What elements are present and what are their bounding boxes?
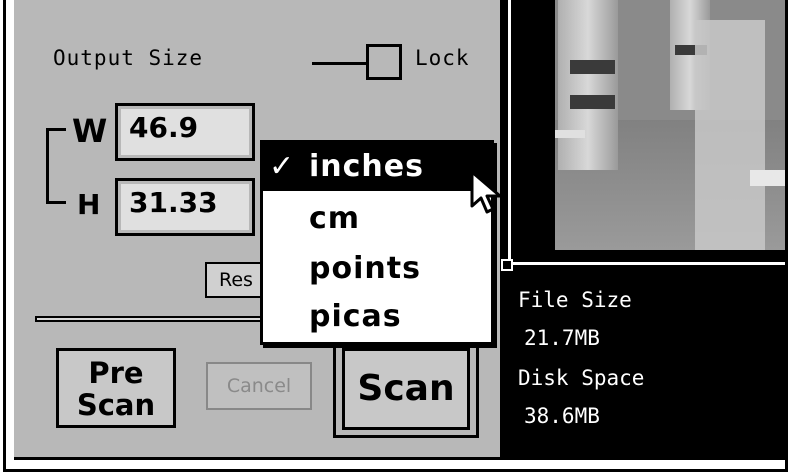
window-bottom-border bbox=[14, 457, 785, 460]
aspect-bracket-bottom bbox=[46, 201, 66, 204]
aspect-bracket-vertical bbox=[46, 128, 49, 204]
prescan-label-line1: Pre bbox=[88, 356, 144, 390]
lock-line bbox=[312, 62, 368, 65]
height-label: H bbox=[77, 188, 101, 221]
prescan-button[interactable]: Pre Scan bbox=[56, 348, 176, 428]
scan-button[interactable]: Scan bbox=[342, 348, 470, 430]
lock-checkbox[interactable] bbox=[366, 44, 402, 80]
menu-item-picas[interactable]: picas bbox=[263, 293, 491, 341]
menu-item-points[interactable]: points bbox=[263, 245, 491, 293]
lock-label: Lock bbox=[415, 46, 470, 70]
units-popup-menu: ✓ inches cm points picas bbox=[260, 140, 494, 345]
menu-item-label: cm bbox=[309, 201, 361, 236]
disk-space-value: 38.6MB bbox=[524, 404, 600, 428]
height-value: 31.33 bbox=[121, 184, 249, 230]
cancel-button[interactable]: Cancel bbox=[206, 362, 312, 410]
check-mark-icon: ✓ bbox=[269, 149, 296, 184]
disk-space-label: Disk Space bbox=[518, 366, 645, 390]
menu-item-label: points bbox=[309, 251, 421, 286]
aspect-bracket-top bbox=[46, 128, 66, 131]
menu-item-cm[interactable]: cm bbox=[263, 195, 491, 243]
panel-divider bbox=[35, 316, 265, 322]
menu-item-label: inches bbox=[309, 149, 424, 184]
prescan-label-line2: Scan bbox=[76, 388, 156, 422]
menu-item-inches[interactable]: ✓ inches bbox=[263, 143, 491, 191]
cursor-arrow-icon bbox=[470, 170, 502, 214]
menu-item-label: picas bbox=[309, 299, 402, 334]
width-label: W bbox=[72, 112, 108, 150]
height-field[interactable]: 31.33 bbox=[115, 178, 255, 236]
width-field[interactable]: 46.9 bbox=[115, 103, 255, 161]
file-size-value: 21.7MB bbox=[524, 326, 600, 350]
file-size-label: File Size bbox=[518, 288, 632, 312]
output-size-label: Output Size bbox=[53, 46, 204, 70]
width-value: 46.9 bbox=[121, 109, 249, 155]
